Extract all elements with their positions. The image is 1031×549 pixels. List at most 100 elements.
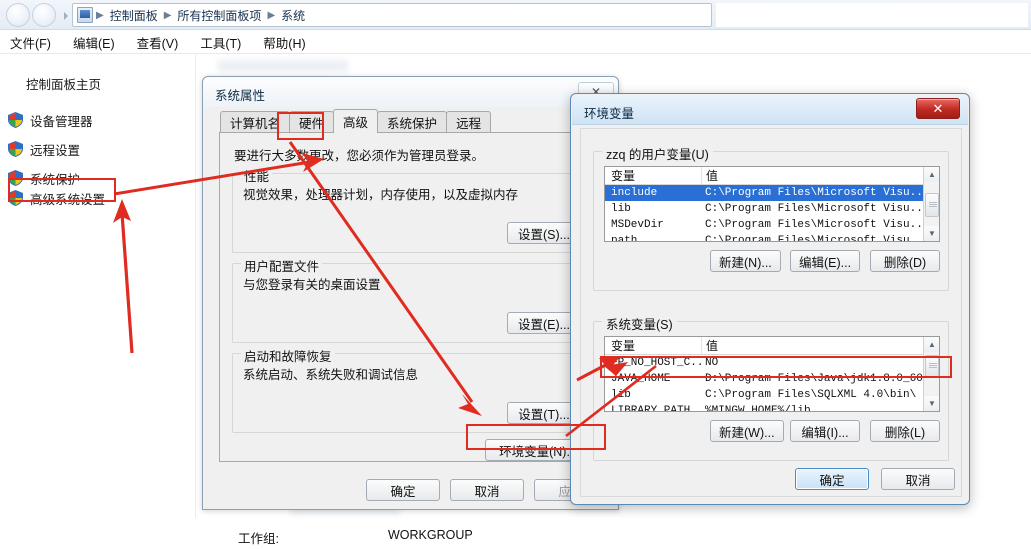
user-variables-group: zzq 的用户变量(U) 变量 值 include C:\Program Fil… — [593, 144, 949, 291]
variable-name: LIBRARY_PATH — [611, 405, 691, 412]
tab-hardware[interactable]: 硬件 — [289, 111, 335, 133]
tab-computer-name[interactable]: 计算机名 — [220, 111, 291, 133]
table-row[interactable]: path C:\Program Files\Microsoft Visu — [605, 233, 939, 242]
table-row[interactable]: include C:\Program Files\Microsoft Visu.… — [605, 185, 939, 201]
menu-tools[interactable]: 工具(T) — [196, 31, 245, 54]
variable-value: C:\Program Files\Microsoft Visu... — [705, 203, 930, 215]
back-circle-icon[interactable] — [6, 3, 30, 27]
menu-bar: 文件(F) 编辑(E) 查看(V) 工具(T) 帮助(H) — [0, 31, 1031, 54]
shield-icon — [8, 112, 23, 128]
user-variables-listbox[interactable]: 变量 值 include C:\Program Files\Microsoft … — [604, 166, 940, 242]
user-edit-button[interactable]: 编辑(E)... — [790, 250, 861, 272]
variable-name: include — [611, 187, 658, 199]
scrollbar-thumb[interactable] — [925, 355, 939, 377]
sidebar-item-label: 设备管理器 — [30, 114, 93, 129]
scroll-up-icon[interactable]: ▲ — [924, 167, 939, 182]
column-header-value: 值 — [701, 167, 939, 184]
startup-recovery-group: 启动和故障恢复 系统启动、系统失败和调试信息 设置(T)... — [232, 346, 590, 433]
user-variables-scrollbar[interactable]: ▲ ▼ — [923, 167, 939, 241]
environment-variables-titlebar[interactable]: 环境变量 ✕ — [572, 95, 968, 125]
sidebar-item-advanced-system-settings[interactable]: 高级系统设置 — [8, 188, 105, 208]
admin-note: 要进行大多数更改，您必须作为管理员登录。 — [234, 149, 485, 163]
address-bar[interactable]: ▶ 控制面板 ▶ 所有控制面板项 ▶ 系统 — [72, 3, 712, 27]
tab-advanced[interactable]: 高级 — [333, 109, 379, 133]
system-variables-header: 变量 值 — [605, 337, 939, 355]
system-properties-title: 系统属性 — [215, 89, 266, 103]
shield-icon — [8, 170, 23, 186]
system-variables-group: 系统变量(S) 变量 值 FP_NO_HOST_C... NO JAVA_HOM… — [593, 314, 949, 461]
user-delete-button[interactable]: 删除(D) — [870, 250, 940, 272]
breadcrumb-separator-1: ▶ — [163, 9, 172, 21]
system-info-bottom-strip — [0, 518, 1031, 549]
table-row[interactable]: MSDevDir C:\Program Files\Microsoft Visu… — [605, 217, 939, 233]
sidebar-item-system-protection[interactable]: 系统保护 — [8, 168, 80, 188]
variable-name: FP_NO_HOST_C... — [611, 357, 701, 369]
startup-recovery-description: 系统启动、系统失败和调试信息 — [243, 368, 419, 382]
variable-value: C:\Program Files\Microsoft Visu — [705, 235, 910, 242]
forward-circle-icon[interactable] — [32, 3, 56, 27]
table-row[interactable]: lib C:\Program Files\Microsoft Visu... — [605, 201, 939, 217]
environment-variables-title: 环境变量 — [584, 107, 635, 121]
system-edit-button[interactable]: 编辑(I)... — [790, 420, 860, 442]
sidebar-item-control-panel-home[interactable]: 控制面板主页 — [26, 74, 101, 93]
table-row[interactable]: lib C:\Program Files\SQLXML 4.0\bin\ — [605, 387, 939, 403]
menu-help[interactable]: 帮助(H) — [259, 31, 309, 54]
user-profiles-legend: 用户配置文件 — [241, 256, 323, 275]
shield-icon — [8, 141, 23, 157]
breadcrumb-system[interactable]: 系统 — [278, 7, 308, 24]
menu-edit[interactable]: 编辑(E) — [69, 31, 119, 54]
user-profiles-description: 与您登录有关的桌面设置 — [243, 278, 381, 292]
system-delete-button[interactable]: 删除(L) — [870, 420, 940, 442]
tab-remote[interactable]: 远程 — [446, 111, 492, 133]
scrollbar-thumb[interactable] — [925, 193, 939, 217]
column-header-variable: 变量 — [611, 169, 636, 183]
breadcrumb-separator-0: ▶ — [96, 9, 104, 21]
breadcrumb-all-items[interactable]: 所有控制面板项 — [174, 7, 264, 24]
system-variables-legend: 系统变量(S) — [602, 314, 677, 333]
table-row[interactable]: LIBRARY_PATH %MINGW_HOME%/lib — [605, 403, 939, 412]
performance-legend: 性能 — [241, 166, 273, 185]
system-variables-scrollbar[interactable]: ▲ ▼ — [923, 337, 939, 411]
system-properties-tabs: 计算机名 硬件 高级 系统保护 远程 — [220, 109, 492, 133]
variable-name: lib — [611, 389, 631, 401]
variable-value: C:\Program Files\SQLXML 4.0\bin\ — [705, 389, 917, 401]
close-icon[interactable]: ✕ — [916, 98, 960, 119]
scroll-up-icon[interactable]: ▲ — [924, 337, 939, 352]
env-cancel-button[interactable]: 取消 — [881, 468, 955, 490]
user-profiles-group: 用户配置文件 与您登录有关的桌面设置 设置(E)... — [232, 256, 590, 343]
column-header-variable: 变量 — [611, 339, 636, 353]
column-header-value: 值 — [701, 337, 939, 354]
menu-view[interactable]: 查看(V) — [133, 31, 183, 54]
table-row[interactable]: JAVA_HOME D:\Program Files\Java\jdk1.8.0… — [605, 371, 939, 387]
env-ok-button[interactable]: 确定 — [795, 468, 869, 490]
user-new-button[interactable]: 新建(N)... — [710, 250, 781, 272]
advanced-tab-panel: 要进行大多数更改，您必须作为管理员登录。 性能 视觉效果，处理器计划，内存使用，… — [219, 132, 604, 462]
system-new-button[interactable]: 新建(W)... — [710, 420, 784, 442]
menu-file[interactable]: 文件(F) — [6, 31, 55, 54]
search-box-region[interactable] — [716, 3, 1028, 27]
history-dropdown-icon[interactable] — [64, 12, 68, 20]
ok-button[interactable]: 确定 — [366, 479, 440, 501]
table-row[interactable]: FP_NO_HOST_C... NO — [605, 355, 939, 371]
sidebar-item-label: 系统保护 — [30, 172, 81, 187]
cancel-button[interactable]: 取消 — [450, 479, 524, 501]
workgroup-value: WORKGROUP — [388, 528, 473, 542]
performance-group: 性能 视觉效果，处理器计划，内存使用，以及虚拟内存 设置(S)... — [232, 166, 590, 253]
tab-system-protection[interactable]: 系统保护 — [377, 111, 448, 133]
variable-name: lib — [611, 203, 631, 215]
workgroup-label: 工作组: — [238, 532, 279, 546]
variable-name: MSDevDir — [611, 219, 664, 231]
system-variables-listbox[interactable]: 变量 值 FP_NO_HOST_C... NO JAVA_HOME D:\Pro… — [604, 336, 940, 412]
user-variables-header: 变量 值 — [605, 167, 939, 185]
variable-value: C:\Program Files\Microsoft Visu... — [705, 219, 930, 231]
variable-value: NO — [705, 357, 719, 369]
scroll-down-icon[interactable]: ▼ — [924, 396, 939, 411]
system-properties-body: 计算机名 硬件 高级 系统保护 远程 要进行大多数更改，您必须作为管理员登录。 … — [211, 109, 612, 471]
sidebar-item-remote-settings[interactable]: 远程设置 — [8, 139, 80, 159]
scroll-down-icon[interactable]: ▼ — [924, 226, 939, 241]
performance-description: 视觉效果，处理器计划，内存使用，以及虚拟内存 — [243, 188, 519, 202]
sidebar-item-device-manager[interactable]: 设备管理器 — [8, 110, 93, 130]
system-properties-titlebar[interactable]: 系统属性 ✕ — [203, 77, 618, 107]
variable-name: JAVA_HOME — [611, 373, 671, 385]
breadcrumb-control-panel[interactable]: 控制面板 — [107, 7, 161, 24]
